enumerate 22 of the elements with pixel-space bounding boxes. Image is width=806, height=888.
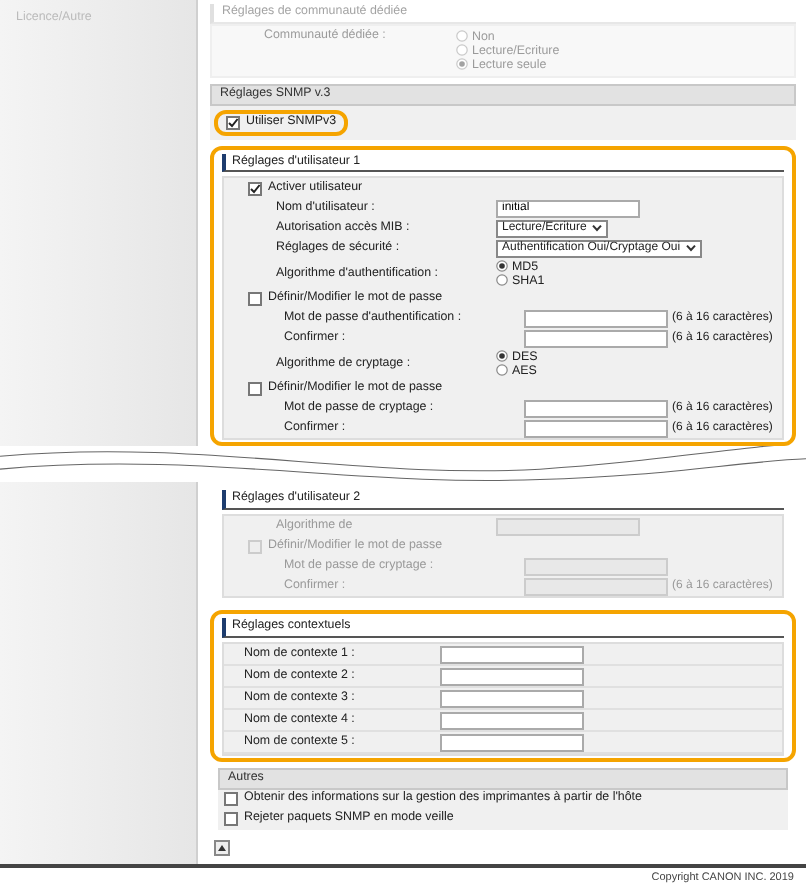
checkbox[interactable] bbox=[248, 181, 262, 196]
checkbox[interactable] bbox=[248, 291, 262, 306]
text-field[interactable] bbox=[440, 733, 584, 752]
checkbox[interactable] bbox=[224, 792, 238, 807]
password-field[interactable] bbox=[524, 399, 668, 418]
password-field[interactable] bbox=[524, 419, 668, 438]
radio-button[interactable] bbox=[496, 364, 508, 377]
text-field[interactable] bbox=[440, 645, 584, 664]
password-field[interactable] bbox=[524, 309, 668, 328]
text-field[interactable] bbox=[440, 667, 584, 686]
text-field[interactable] bbox=[440, 689, 584, 708]
password-field[interactable] bbox=[524, 329, 668, 348]
checkbox[interactable] bbox=[248, 381, 262, 396]
checkbox[interactable] bbox=[226, 115, 240, 130]
chevron-icon bbox=[592, 224, 603, 233]
radio-button[interactable] bbox=[496, 350, 508, 363]
checkbox[interactable] bbox=[224, 812, 238, 827]
radio-button[interactable] bbox=[496, 274, 508, 287]
chevron-icon bbox=[686, 244, 697, 253]
page-top-icon[interactable] bbox=[214, 839, 230, 856]
text-field[interactable] bbox=[440, 711, 584, 730]
radio-button[interactable] bbox=[496, 260, 508, 273]
